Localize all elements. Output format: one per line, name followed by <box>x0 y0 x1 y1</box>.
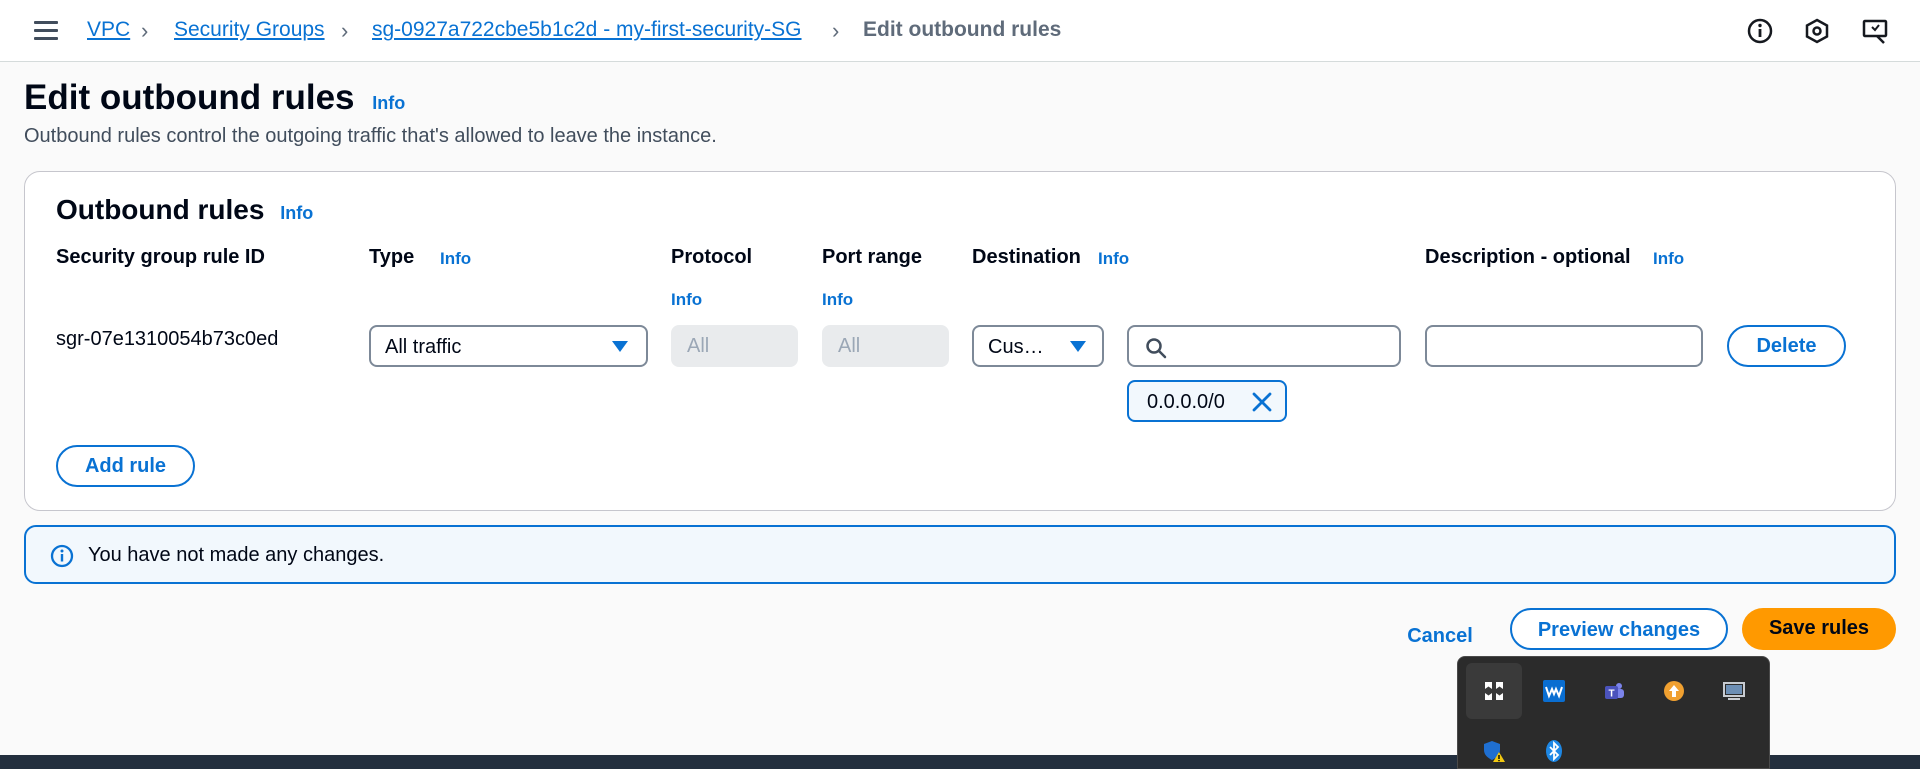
update-arrow-icon[interactable] <box>1646 663 1702 719</box>
page-title-text: Edit outbound rules <box>24 78 355 117</box>
alert-message: You have not made any changes. <box>88 544 385 566</box>
panel-title: Outbound rules Info <box>56 194 313 226</box>
column-header-rule-id: Security group rule ID <box>56 246 265 268</box>
caret-down-icon <box>1070 341 1086 352</box>
rule-id-value: sgr-07e1310054b73c0ed <box>56 328 279 350</box>
protocol-info-link[interactable]: Info <box>671 290 702 310</box>
breadcrumb-current: Edit outbound rules <box>863 18 1062 41</box>
type-select[interactable]: All traffic <box>369 325 648 367</box>
protocol-field: All <box>671 325 798 367</box>
panel-title-text: Outbound rules <box>56 194 265 225</box>
page-title: Edit outbound rules Info <box>24 78 405 118</box>
protocol-value: All <box>687 335 710 357</box>
column-header-destination: Destination <box>972 246 1081 268</box>
system-tray-overflow: T <box>1457 656 1770 769</box>
bluetooth-icon[interactable] <box>1526 723 1582 769</box>
svg-text:T: T <box>1608 689 1614 700</box>
destination-info-link[interactable]: Info <box>1098 249 1129 269</box>
teams-icon[interactable]: T <box>1586 663 1642 719</box>
breadcrumb-vpc[interactable]: VPC <box>87 18 130 42</box>
type-info-link[interactable]: Info <box>440 249 471 269</box>
cancel-button[interactable]: Cancel <box>1397 617 1483 657</box>
port-range-value: All <box>838 335 861 357</box>
security-warning-icon[interactable] <box>1466 723 1522 769</box>
column-header-type: Type <box>369 246 415 268</box>
chevron-right-icon: › <box>341 18 349 43</box>
save-rules-button[interactable]: Save rules <box>1742 608 1896 650</box>
menu-icon[interactable] <box>34 21 58 41</box>
page-info-link[interactable]: Info <box>372 93 405 113</box>
port-range-info-link[interactable]: Info <box>822 290 853 310</box>
app-launcher-icon[interactable] <box>1466 663 1522 719</box>
type-select-value: All traffic <box>385 336 462 358</box>
display-icon[interactable] <box>1706 663 1762 719</box>
chevron-right-icon: › <box>832 18 840 43</box>
destination-type-select[interactable]: Cus… <box>972 325 1104 367</box>
top-navigation-bar: VPC › Security Groups › sg-0927a722cbe5b… <box>0 0 1920 62</box>
page-description: Outbound rules control the outgoing traf… <box>24 125 717 147</box>
destination-token-label: 0.0.0.0/0 <box>1147 391 1225 413</box>
outbound-rules-panel: Outbound rules Info Security group rule … <box>24 171 1896 511</box>
close-icon[interactable] <box>1251 391 1273 413</box>
panel-info-link[interactable]: Info <box>280 203 313 223</box>
port-range-field: All <box>822 325 949 367</box>
preview-changes-button[interactable]: Preview changes <box>1510 608 1728 650</box>
destination-type-value: Cus… <box>988 336 1044 358</box>
info-circle-icon[interactable] <box>1745 16 1775 46</box>
column-header-protocol: Protocol <box>671 246 753 268</box>
search-icon <box>1146 338 1167 359</box>
column-header-description: Description - optional <box>1425 246 1631 268</box>
caret-down-icon <box>612 341 628 352</box>
breadcrumb-security-groups[interactable]: Security Groups <box>174 18 325 42</box>
info-circle-icon <box>50 544 74 568</box>
waves-icon[interactable] <box>1526 663 1582 719</box>
chevron-right-icon: › <box>141 18 149 43</box>
add-rule-button[interactable]: Add rule <box>56 445 195 487</box>
settings-hexagon-icon[interactable] <box>1802 16 1832 46</box>
feedback-screen-icon[interactable] <box>1860 16 1890 46</box>
delete-rule-button[interactable]: Delete <box>1727 325 1846 367</box>
breadcrumb-security-group[interactable]: sg-0927a722cbe5b1c2d - my-first-security… <box>372 18 802 42</box>
description-info-link[interactable]: Info <box>1653 249 1684 269</box>
column-header-port-range: Port range <box>822 246 923 268</box>
info-alert: You have not made any changes. <box>24 525 1896 584</box>
description-input[interactable] <box>1425 325 1703 367</box>
destination-token: 0.0.0.0/0 <box>1127 380 1287 422</box>
destination-search-input[interactable] <box>1127 325 1401 367</box>
